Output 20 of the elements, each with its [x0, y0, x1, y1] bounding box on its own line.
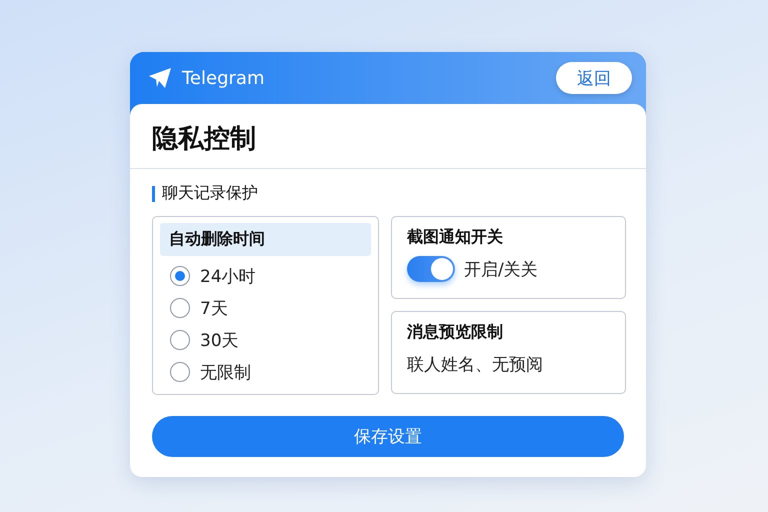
toggle-switch[interactable] [407, 256, 455, 282]
paper-plane-icon [148, 67, 172, 89]
app-name: Telegram [182, 68, 266, 88]
panel-title: 消息预览限制 [407, 322, 504, 343]
page-title: 隐私控制 [130, 104, 646, 169]
option-label: 24小时 [200, 266, 256, 288]
option-label: 30天 [200, 330, 239, 352]
back-button[interactable]: 返回 [556, 62, 632, 94]
radio-button[interactable] [170, 298, 190, 318]
toggle-label: 开启/关关 [464, 258, 538, 280]
radio-button[interactable] [170, 362, 190, 382]
panel-title: 自动删除时间 [160, 223, 371, 256]
preview-value: 联人姓名、无预阅 [407, 354, 544, 376]
option-label: 7天 [200, 298, 228, 320]
save-button[interactable]: 保存设置 [152, 416, 624, 457]
section-label: 聊天记录保护 [162, 183, 258, 204]
option-label: 无限制 [200, 362, 251, 384]
panel-title: 截图通知开关 [407, 227, 504, 248]
radio-button[interactable] [170, 266, 190, 286]
radio-button[interactable] [170, 330, 190, 350]
